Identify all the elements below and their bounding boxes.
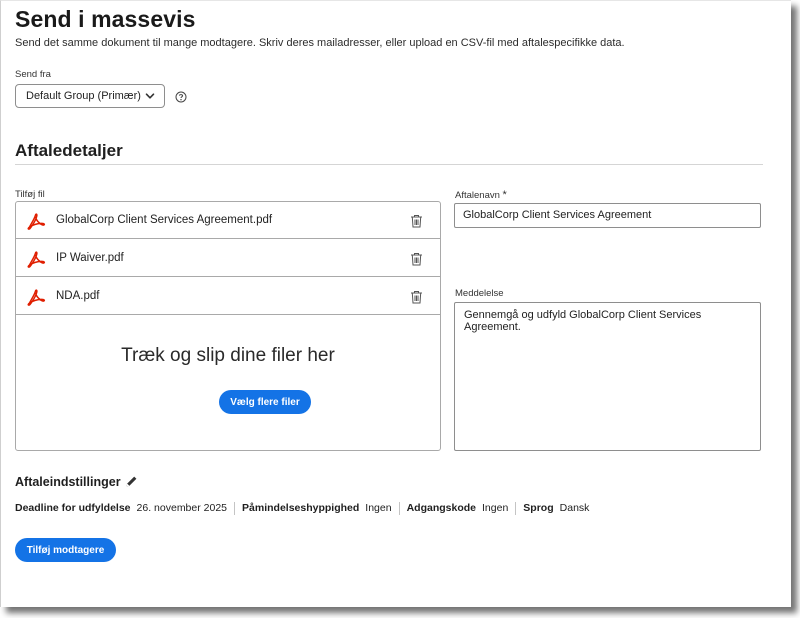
trash-icon[interactable] bbox=[410, 214, 423, 228]
agreement-name-input[interactable]: GlobalCorp Client Services Agreement bbox=[454, 203, 761, 228]
pdf-icon bbox=[27, 251, 46, 268]
message-textarea[interactable]: Gennemgå og udfyld GlobalCorp Client Ser… bbox=[454, 302, 761, 451]
setting-value: Dansk bbox=[559, 502, 590, 514]
agreement-name-label-text: Aftalenavn bbox=[455, 190, 500, 201]
file-row[interactable]: GlobalCorp Client Services Agreement.pdf bbox=[16, 202, 440, 239]
setting-key: Sprog bbox=[523, 502, 554, 514]
message-label: Meddelelse bbox=[455, 288, 504, 299]
dropzone-text: Træk og slip dine filer her bbox=[121, 345, 335, 366]
file-name: IP Waiver.pdf bbox=[56, 252, 124, 264]
chevron-down-icon bbox=[145, 93, 155, 99]
help-circle-icon[interactable] bbox=[175, 91, 187, 103]
page-title: Send i massevis bbox=[15, 6, 196, 32]
file-row[interactable]: IP Waiver.pdf bbox=[16, 240, 440, 277]
trash-icon[interactable] bbox=[410, 252, 423, 266]
required-marker: * bbox=[502, 189, 507, 201]
setting-key: Adgangskode bbox=[406, 502, 477, 514]
file-name: NDA.pdf bbox=[56, 290, 100, 302]
file-row[interactable]: NDA.pdf bbox=[16, 278, 440, 315]
send-from-selected-value: Default Group (Primær) bbox=[26, 90, 141, 102]
page-subtitle: Send det samme dokument til mange modtag… bbox=[15, 37, 625, 49]
file-name: GlobalCorp Client Services Agreement.pdf bbox=[56, 214, 273, 226]
setting-value: Ingen bbox=[365, 502, 392, 514]
divider bbox=[515, 501, 517, 515]
choose-more-files-button[interactable]: Vælg flere filer bbox=[219, 390, 311, 414]
file-list-dropzone[interactable]: GlobalCorp Client Services Agreement.pdf… bbox=[15, 201, 441, 451]
setting-value: 26. november 2025 bbox=[136, 502, 228, 514]
add-file-label: Tilføj fil bbox=[15, 189, 45, 200]
section-divider bbox=[15, 164, 763, 165]
pdf-icon bbox=[27, 289, 46, 306]
setting-key: Deadline for udfyldelse bbox=[15, 502, 131, 514]
divider bbox=[234, 501, 236, 515]
trash-icon[interactable] bbox=[410, 290, 423, 304]
pencil-icon[interactable] bbox=[125, 475, 138, 488]
agreement-details-heading: Aftaledetaljer bbox=[15, 141, 123, 160]
setting-value: Ingen bbox=[482, 502, 509, 514]
pdf-icon bbox=[27, 213, 46, 230]
send-from-select[interactable]: Default Group (Primær) bbox=[15, 84, 165, 108]
setting-key: Påmindelseshyppighed bbox=[242, 502, 360, 514]
divider bbox=[398, 501, 400, 515]
agreement-settings-summary: Deadline for udfyldelse 26. november 202… bbox=[15, 501, 589, 515]
send-from-label: Send fra bbox=[15, 69, 51, 80]
agreement-settings-heading: Aftaleindstillinger bbox=[15, 475, 121, 489]
add-recipients-button[interactable]: Tilføj modtagere bbox=[15, 538, 116, 562]
agreement-name-label: Aftalenavn * bbox=[455, 189, 507, 201]
